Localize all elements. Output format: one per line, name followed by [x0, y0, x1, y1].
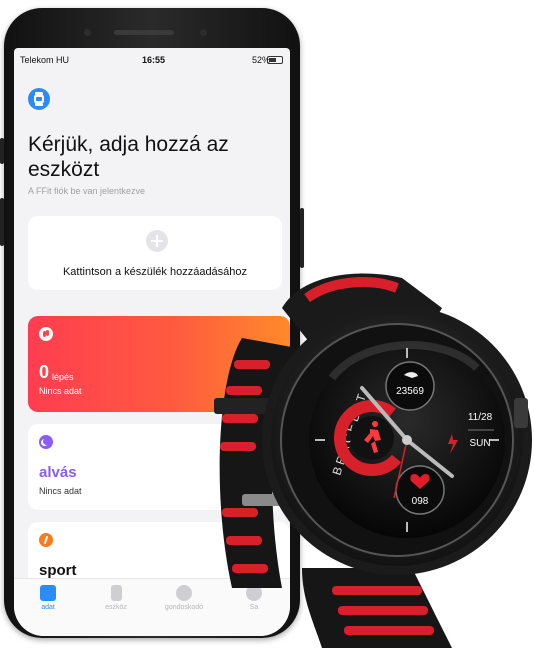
phone-power-button — [300, 208, 304, 268]
watch-day: SUN — [469, 438, 490, 449]
tab-label: adat — [41, 604, 55, 611]
watch-crown — [514, 398, 528, 428]
carrier-label: Telekom HU — [20, 55, 70, 65]
strap-buckle — [214, 398, 274, 414]
clock: 16:55 — [142, 55, 166, 65]
phone-volume-button — [0, 198, 4, 246]
device-icon — [110, 585, 122, 601]
data-icon — [40, 585, 56, 601]
care-icon — [176, 585, 192, 601]
watch-steps-value: 23569 — [396, 386, 424, 397]
runner-icon — [39, 533, 53, 547]
battery-icon — [267, 56, 283, 64]
tab-label: gondoskodó — [164, 604, 204, 611]
watch-app-icon[interactable] — [28, 88, 50, 110]
tab-device[interactable]: eszköz — [86, 585, 146, 611]
sleep-status: Nincs adat — [39, 486, 82, 496]
steps-value: 0 — [39, 362, 50, 382]
smartwatch-image: BRACELET 23569 11/28 SUN 098 — [214, 273, 532, 648]
watch-date: 11/28 — [468, 412, 493, 423]
phone-camera-dot — [84, 29, 91, 36]
status-bar: Telekom HU 16:55 52% — [14, 48, 290, 70]
page-title: Kérjük, adja hozzá az eszközt — [28, 133, 229, 181]
sleep-title: alvás — [39, 464, 77, 481]
moon-icon — [39, 435, 53, 449]
phone-sensor-dot — [200, 29, 207, 36]
footsteps-icon — [39, 327, 53, 341]
phone-speaker — [114, 30, 174, 35]
tab-care[interactable]: gondoskodó — [154, 585, 214, 611]
steps-unit: lépés — [52, 372, 74, 382]
watch-heart-rate: 098 — [412, 496, 429, 507]
tab-label: eszköz — [105, 604, 127, 611]
phone-side-button — [0, 138, 4, 164]
plus-icon — [146, 230, 168, 252]
account-status: A FFit fiók be van jelentkezve — [28, 186, 146, 196]
steps-status: Nincs adat — [39, 386, 82, 396]
sport-title: sport — [39, 562, 77, 579]
tab-data[interactable]: adat — [18, 585, 78, 611]
